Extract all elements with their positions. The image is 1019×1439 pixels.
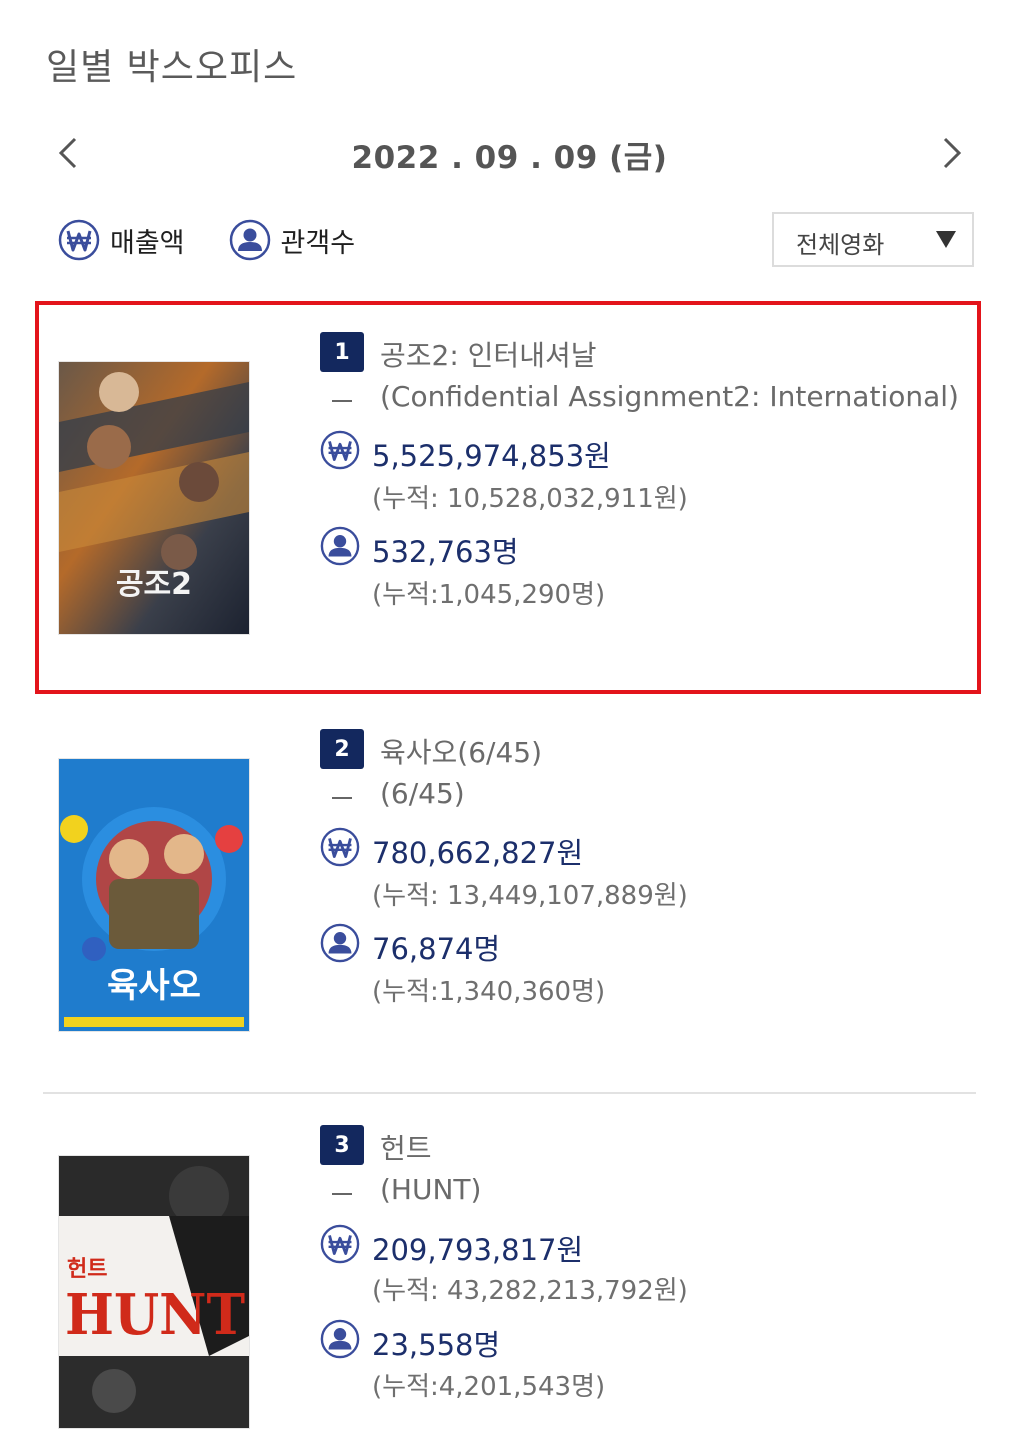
metric-toggle-group: 매출액 관객수 xyxy=(58,216,399,264)
poster-title-text: 공조2 xyxy=(116,567,192,602)
chevron-right-icon xyxy=(943,137,962,169)
list-divider xyxy=(43,1092,976,1094)
caret-down-icon xyxy=(936,231,956,248)
cumulative-sales: (누적: 10,528,032,911원) xyxy=(372,484,688,514)
person-icon xyxy=(320,923,360,963)
cumulative-audience: (누적:1,045,290명) xyxy=(372,580,606,610)
cumulative-sales: (누적: 43,282,213,792원) xyxy=(372,1276,688,1306)
rank-badge: 3 xyxy=(320,1125,364,1165)
page-title: 일별 박스오피스 xyxy=(46,47,298,88)
daily-sales: 209,793,817원 xyxy=(372,1233,584,1267)
next-date-button[interactable] xyxy=(932,128,972,178)
audience-toggle-label: 관객수 xyxy=(280,227,356,259)
poster-title-text: 육사오 xyxy=(107,966,201,1006)
rank-change-dash xyxy=(332,400,352,402)
rank-badge: 2 xyxy=(320,729,364,769)
rank-badge: 1 xyxy=(320,332,364,372)
sales-toggle[interactable]: 매출액 xyxy=(58,219,185,261)
poster-image: 공조2 xyxy=(59,362,249,634)
daily-audience: 23,558명 xyxy=(372,1328,501,1362)
person-icon xyxy=(320,1319,360,1359)
movie-title[interactable]: 헌트 xyxy=(380,1127,432,1167)
won-icon xyxy=(320,1224,360,1264)
rank-change-dash xyxy=(332,1193,352,1195)
poster-image: 육사오 xyxy=(59,759,249,1031)
movie-filter-value: 전체영화 xyxy=(796,231,885,259)
cumulative-audience: (누적:1,340,360명) xyxy=(372,977,606,1007)
current-date: 2022 . 09 . 09 (금) xyxy=(351,140,668,176)
person-icon xyxy=(229,219,270,261)
poster-title-text: 헌트 xyxy=(67,1257,107,1282)
cumulative-audience: (누적:4,201,543명) xyxy=(372,1372,606,1402)
won-icon xyxy=(320,430,360,470)
daily-audience: 76,874명 xyxy=(372,932,501,966)
movie-filter-select[interactable]: 전체영화 xyxy=(772,212,974,267)
movie-poster[interactable]: 헌트 HUNT xyxy=(59,1156,249,1428)
movie-poster[interactable]: 육사오 xyxy=(59,759,249,1031)
won-icon xyxy=(58,219,100,261)
cumulative-sales: (누적: 13,449,107,889원) xyxy=(372,881,688,911)
movie-original-title: (6/45) xyxy=(380,777,465,810)
daily-audience: 532,763명 xyxy=(372,535,519,569)
date-navigator: 2022 . 09 . 09 (금) xyxy=(0,128,1019,178)
daily-sales: 780,662,827원 xyxy=(372,836,584,870)
daily-sales: 5,525,974,853원 xyxy=(372,439,611,473)
movie-title[interactable]: 육사오(6/45) xyxy=(380,731,542,771)
person-icon xyxy=(320,526,360,566)
movie-poster[interactable]: 공조2 xyxy=(59,362,249,634)
won-icon xyxy=(320,827,360,867)
rank-change-dash xyxy=(332,797,352,799)
movie-original-title: (HUNT) xyxy=(380,1173,482,1206)
movie-original-title: (Confidential Assignment2: International… xyxy=(380,380,959,413)
poster-title-text-en: HUNT xyxy=(65,1282,245,1348)
movie-title[interactable]: 공조2: 인터내셔날 xyxy=(380,334,596,374)
audience-toggle[interactable]: 관객수 xyxy=(229,219,356,261)
poster-image: 헌트 HUNT xyxy=(59,1156,249,1428)
sales-toggle-label: 매출액 xyxy=(110,227,185,259)
